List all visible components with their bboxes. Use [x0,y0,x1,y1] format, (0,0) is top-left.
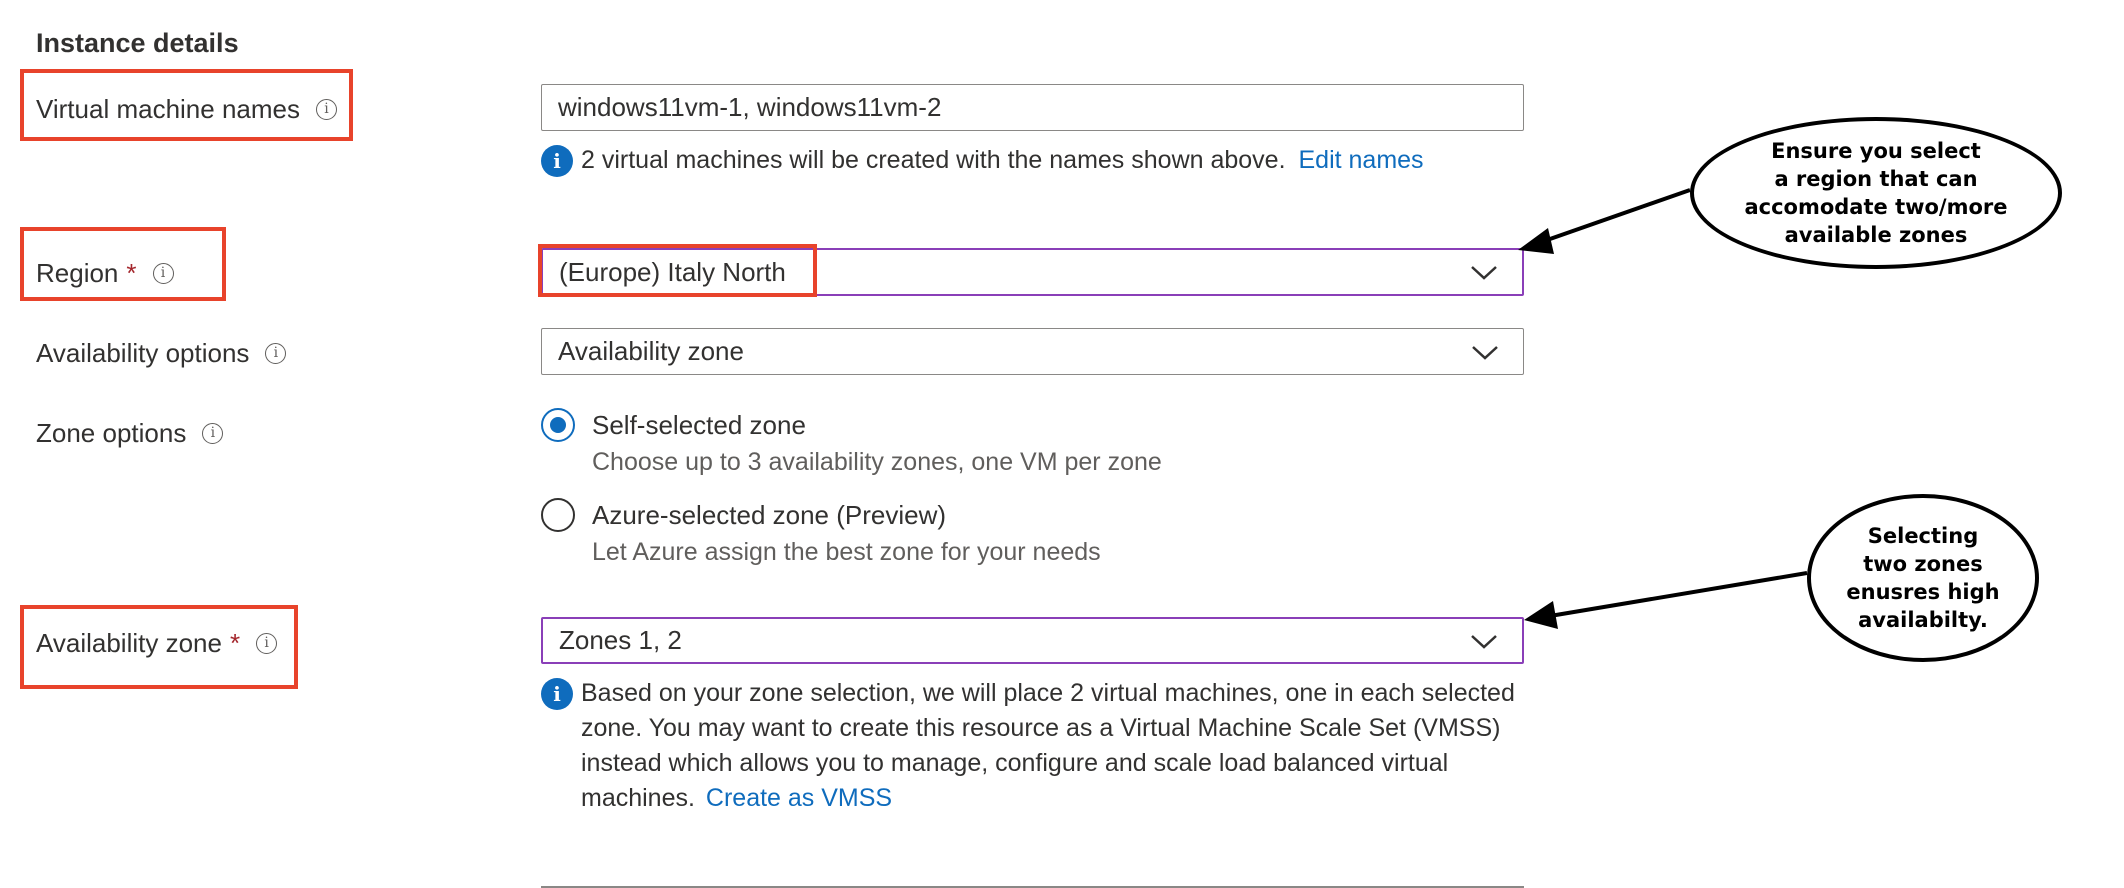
region-callout-arrow [1529,188,1691,248]
info-icon[interactable]: i [265,342,287,364]
availability-options-label-row: Availability options i [36,335,287,371]
edit-names-link[interactable]: Edit names [1298,146,1423,174]
info-icon[interactable]: i [316,98,337,120]
radio-button-checked[interactable] [541,408,575,442]
info-filled-icon: i [541,678,573,710]
vm-names-input[interactable]: windows11vm-1, windows11vm-2 [541,84,1524,131]
region-label-row: Region * i [36,255,174,291]
vm-names-label-row: Virtual machine names i [36,91,337,127]
info-icon[interactable]: i [256,632,278,654]
availability-zone-value: Zones 1, 2 [559,625,682,655]
radio-description: Choose up to 3 availability zones, one V… [592,448,1162,476]
zone-options-label: Zone options [36,417,187,448]
zone-callout-arrowhead [1524,601,1558,629]
availability-zone-label-row: Availability zone * i [36,625,278,661]
create-as-vmss-link[interactable]: Create as VMSS [706,784,892,812]
radio-self-selected-zone[interactable]: Self-selected zone Choose up to 3 availa… [541,408,1162,477]
availability-zone-dropdown[interactable]: Zones 1, 2 [541,617,1524,664]
chevron-down-icon [1471,266,1497,280]
zone-callout-arrow [1537,571,1808,620]
region-value-highlight [538,244,817,297]
chevron-down-icon [1471,634,1497,649]
availability-options-dropdown[interactable]: Availability zone [541,328,1524,375]
availability-zone-info-message: i Based on your zone selection, we will … [541,676,1543,816]
required-asterisk: * [229,627,241,658]
chevron-down-icon [1472,345,1498,360]
radio-description: Let Azure assign the best zone for your … [592,538,1101,566]
info-icon[interactable]: i [202,422,224,444]
availability-options-value: Availability zone [558,336,744,366]
radio-label: Self-selected zone [592,410,806,440]
radio-label: Azure-selected zone (Preview) [592,500,947,530]
info-icon[interactable]: i [152,262,174,284]
vm-names-label: Virtual machine names [36,93,300,124]
vm-names-message-text: 2 virtual machines will be created with … [581,146,1286,174]
vm-names-value: windows11vm-1, windows11vm-2 [558,92,942,122]
callout-region-note: Ensure you select a region that can acco… [1690,117,2062,269]
info-filled-icon: i [541,145,573,177]
availability-zone-label: Availability zone [36,627,222,658]
zone-options-label-row: Zone options i [36,415,224,451]
region-label: Region [36,257,119,288]
callout-zone-note: Selecting two zones enusres high availab… [1807,494,2039,662]
radio-button-unchecked[interactable] [541,498,575,532]
availability-options-label: Availability options [36,337,250,368]
radio-azure-selected-zone[interactable]: Azure-selected zone (Preview) Let Azure … [541,498,1101,567]
section-title: Instance details [36,28,239,58]
vm-names-info-message: i 2 virtual machines will be created wit… [541,143,1541,178]
required-asterisk: * [126,257,137,288]
